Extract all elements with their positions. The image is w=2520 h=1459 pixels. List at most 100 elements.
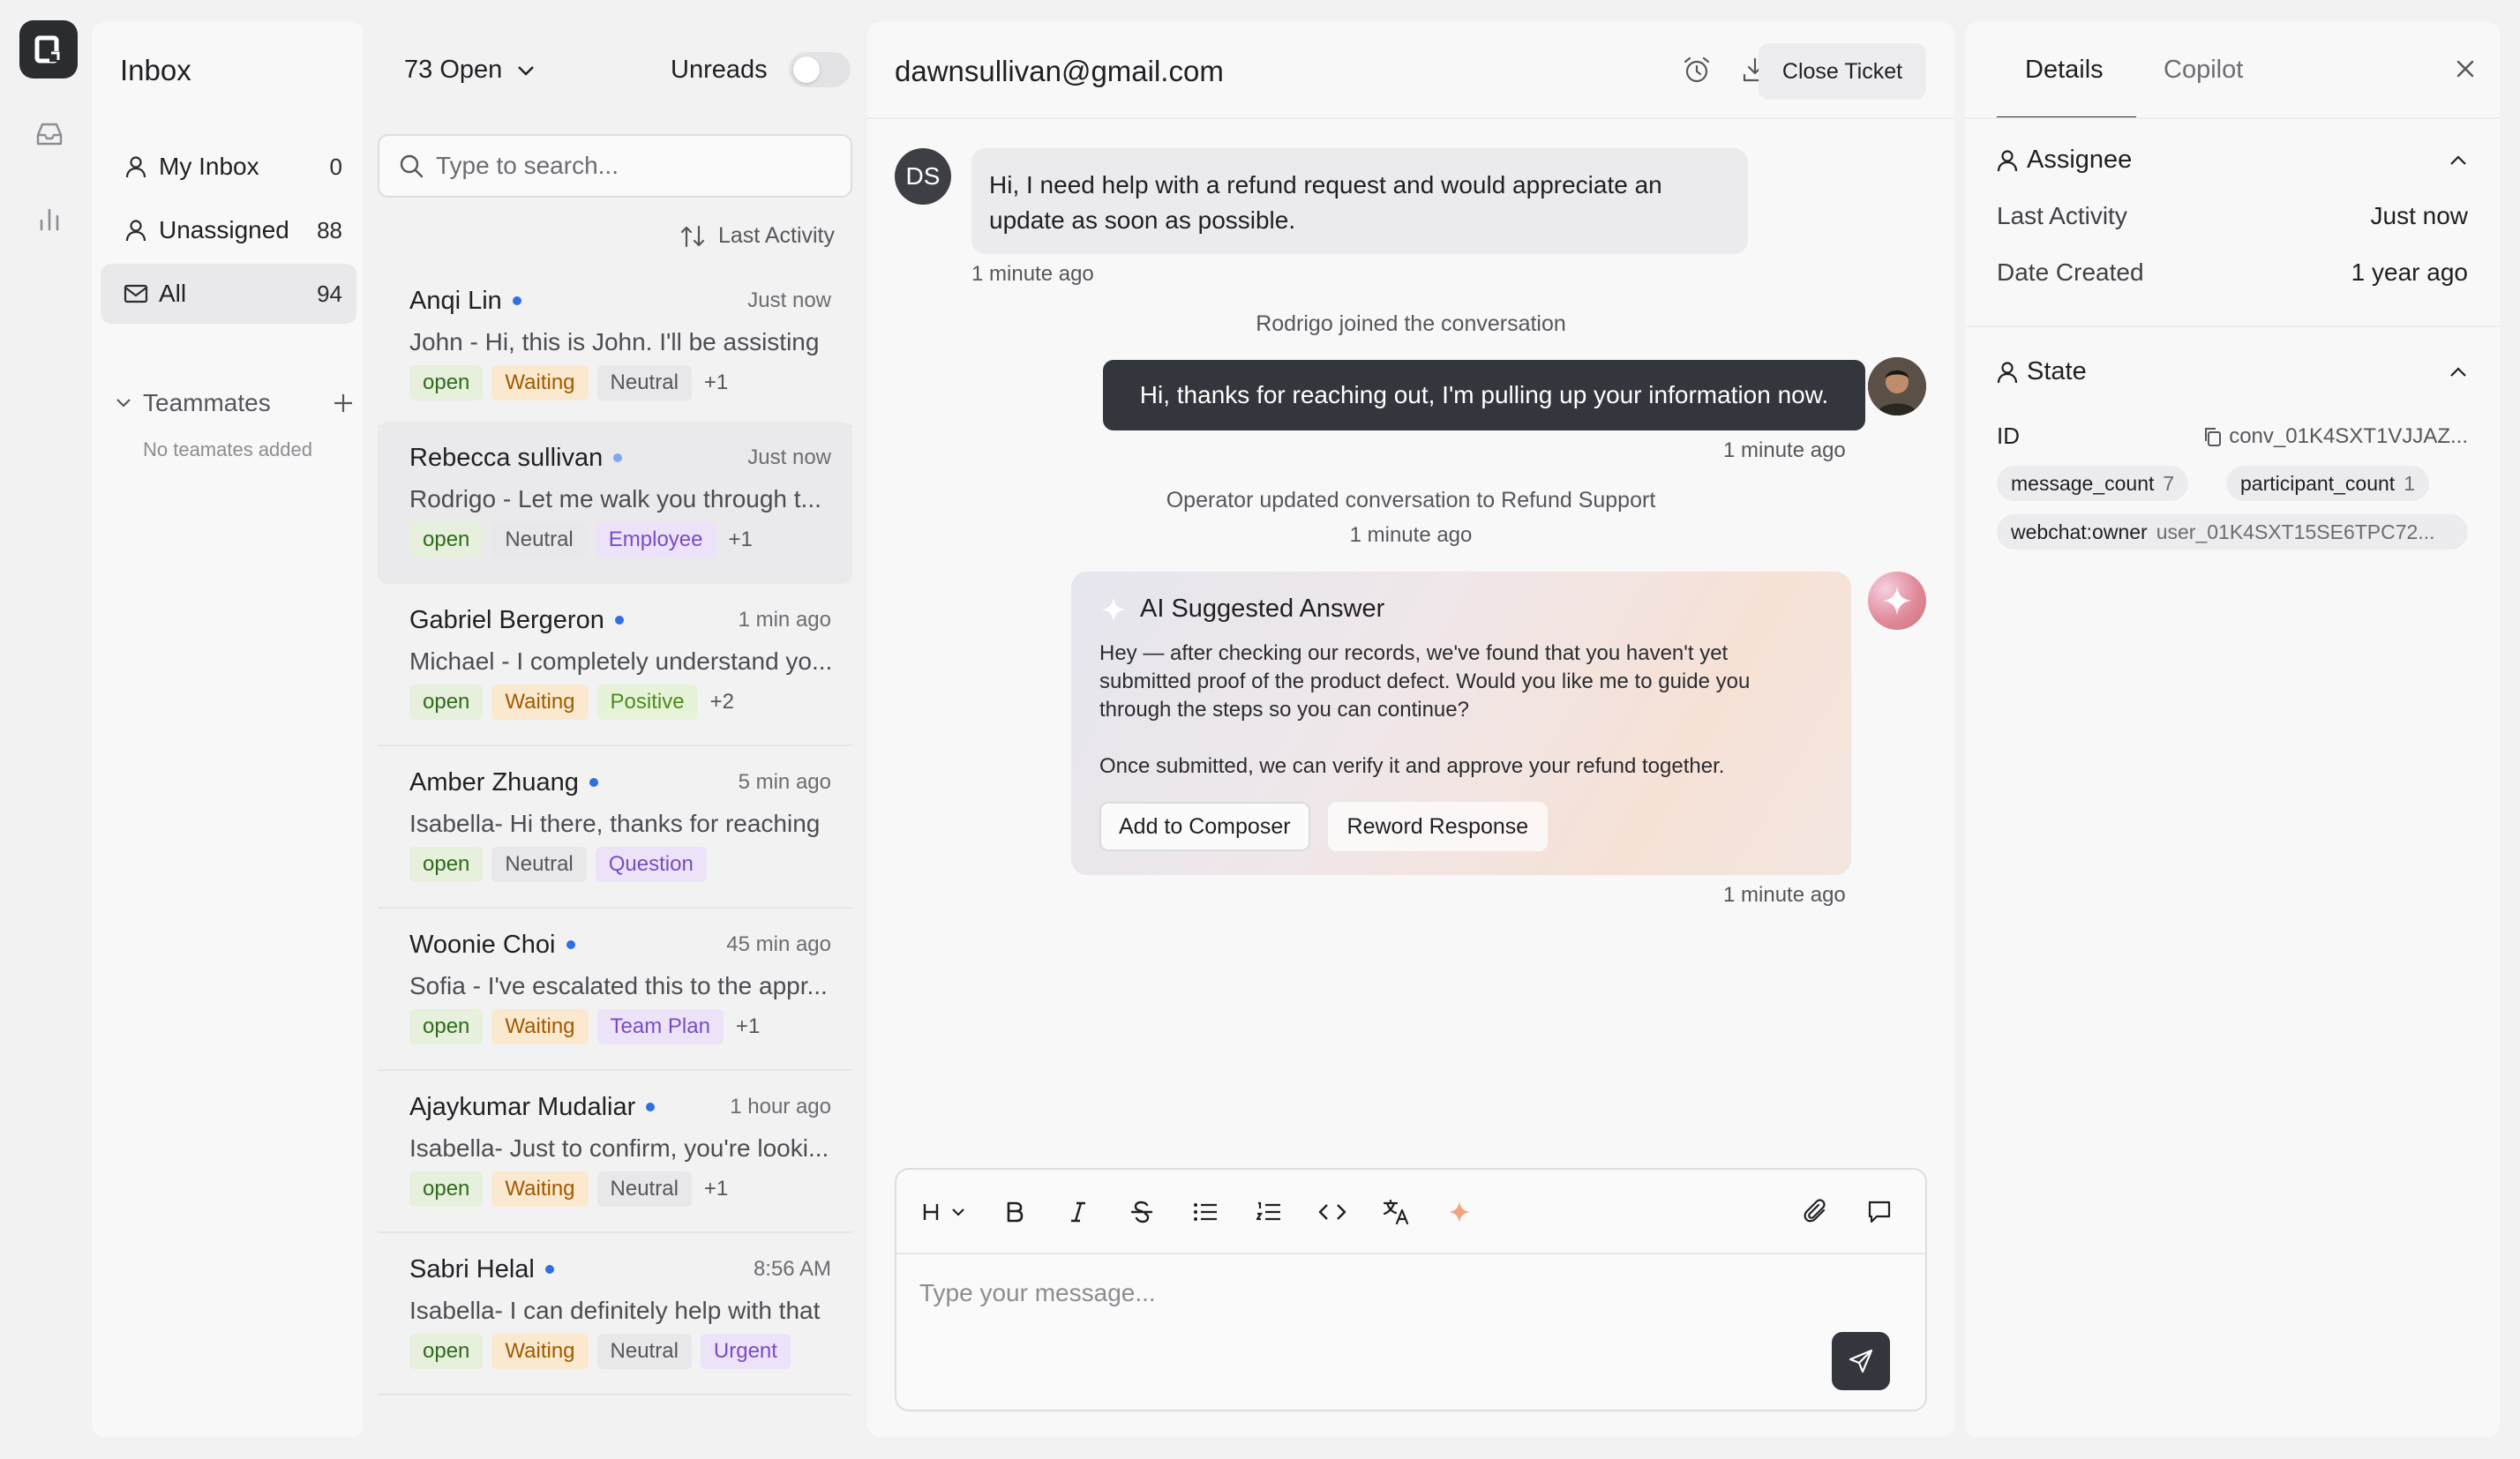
sidebar-item-all[interactable]: All 94 xyxy=(101,264,356,324)
send-button[interactable] xyxy=(1832,1332,1890,1390)
close-ticket-button[interactable]: Close Ticket xyxy=(1759,43,1926,100)
sparkle-icon xyxy=(1099,595,1128,624)
state-section-header[interactable]: State xyxy=(1997,357,2468,386)
unreads-toggle[interactable] xyxy=(789,52,851,87)
more-tags-count: +1 xyxy=(703,1177,729,1201)
status-badge: Neutral xyxy=(491,847,587,882)
bold-icon[interactable] xyxy=(997,1194,1032,1230)
inbox-icon[interactable] xyxy=(32,116,67,152)
message-input[interactable] xyxy=(919,1279,1802,1314)
sidebar-title: Inbox xyxy=(120,54,191,86)
close-icon[interactable] xyxy=(2452,56,2479,82)
status-badge: Employee xyxy=(595,522,716,557)
conversation-item[interactable]: Woonie Choi 45 min ago Sofia - I've escala… xyxy=(378,909,852,1071)
attribute-chip: message_count 7 xyxy=(1997,466,2189,501)
date-created-label: Date Created xyxy=(1997,258,2144,286)
last-activity-label: Last Activity xyxy=(1997,202,2127,229)
sidebar-item-label: All xyxy=(159,280,187,307)
customer-message: Hi, I need help with a refund request an… xyxy=(971,148,1748,254)
ai-answer-paragraph: Hey — after checking our records, we've … xyxy=(1099,641,1751,722)
last-activity-row: Last Activity Just now xyxy=(1997,202,2468,230)
status-badge: Neutral xyxy=(596,1171,692,1207)
add-to-composer-button[interactable]: Add to Composer xyxy=(1099,802,1310,851)
chevron-down-icon[interactable] xyxy=(115,397,132,409)
status-badge: open xyxy=(409,847,484,882)
agent-avatar xyxy=(1868,357,1926,415)
conversation-name: Woonie Choi xyxy=(409,930,556,959)
conversation-item[interactable]: Amber Zhuang 5 min ago Isabella- Hi there,… xyxy=(378,746,852,909)
conversation-preview: Michael - I completely understand yo... xyxy=(409,647,833,675)
chevron-up-icon[interactable] xyxy=(2449,154,2468,167)
comment-icon[interactable] xyxy=(1862,1194,1897,1230)
strikethrough-icon[interactable] xyxy=(1124,1194,1159,1230)
unreads-label: Unreads xyxy=(671,56,768,84)
chevron-up-icon[interactable] xyxy=(2449,366,2468,378)
teammates-label: Teammates xyxy=(143,389,271,416)
conversation-name: Sabri Helal xyxy=(409,1254,535,1283)
more-tags-count: +2 xyxy=(709,690,734,714)
sidebar-item-unassigned[interactable]: Unassigned 88 xyxy=(101,200,356,260)
status-filter-dropdown[interactable]: 73 Open xyxy=(404,56,536,85)
unread-dot xyxy=(646,1103,656,1111)
agent-message: Hi, thanks for reaching out, I'm pulling… xyxy=(1103,360,1865,430)
unread-dot xyxy=(566,940,575,949)
chip-value: user_01K4SXT15SE6TPC72... xyxy=(2156,520,2435,543)
conversation-preview: Rodrigo - Let me walk you through t... xyxy=(409,485,821,513)
plus-icon[interactable] xyxy=(332,392,355,415)
conversation-time: 45 min ago xyxy=(726,932,831,956)
numbered-list-icon[interactable] xyxy=(1251,1194,1286,1230)
status-badge: Waiting xyxy=(491,1171,589,1207)
assignee-section-header[interactable]: Assignee xyxy=(1997,146,2468,175)
sort-button[interactable]: Last Activity xyxy=(679,223,835,249)
status-badge: Team Plan xyxy=(596,1009,724,1044)
search-box[interactable] xyxy=(378,134,852,198)
tab-details[interactable]: Details xyxy=(2025,56,2104,85)
status-badge: Waiting xyxy=(491,1334,589,1369)
conversation-item[interactable]: Ajaykumar Mudaliar 1 hour ago Isabella- Ju… xyxy=(378,1071,852,1233)
attribute-chip: participant_count 1 xyxy=(2226,466,2429,501)
bullet-list-icon[interactable] xyxy=(1188,1194,1223,1230)
sort-label: Last Activity xyxy=(718,223,835,248)
chat-panel: dawnsullivan@gmail.com Close Ticket DS H… xyxy=(867,22,1954,1437)
last-activity-value: Just now xyxy=(2370,202,2469,229)
conversation-item[interactable]: Sabri Helal 8:56 AM Isabella- I can defini… xyxy=(378,1233,852,1395)
search-icon xyxy=(399,153,424,178)
snooze-icon[interactable] xyxy=(1679,52,1714,87)
header-divider xyxy=(867,117,1954,119)
user-icon xyxy=(1997,149,2018,172)
system-message-time: 1 minute ago xyxy=(1349,523,1473,547)
conversation-name: Anqi Lin xyxy=(409,286,502,315)
conversation-item[interactable]: Rebecca sullivan Just now Rodrigo - Let me… xyxy=(378,422,852,584)
status-badge: Neutral xyxy=(491,522,587,557)
status-badge: Neutral xyxy=(596,365,692,400)
heading-icon[interactable] xyxy=(919,1194,972,1230)
unread-dot xyxy=(544,1265,554,1274)
customer-avatar: DS xyxy=(895,148,951,205)
attachment-icon[interactable] xyxy=(1798,1194,1834,1230)
italic-icon[interactable] xyxy=(1061,1194,1096,1230)
sidebar-item-my-inbox[interactable]: My Inbox 0 xyxy=(101,137,356,197)
app-logo[interactable] xyxy=(19,20,78,79)
search-input[interactable] xyxy=(436,152,824,180)
conversation-list: 73 Open Unreads Last Activity Anqi Lin Ju… xyxy=(364,22,858,1437)
ai-sparkle-icon[interactable] xyxy=(1442,1194,1477,1230)
conversation-item[interactable]: Anqi Lin Just now John - Hi, this is John.… xyxy=(378,265,852,427)
reword-response-button[interactable]: Reword Response xyxy=(1327,802,1549,851)
conversation-title: dawnsullivan@gmail.com xyxy=(895,55,1224,87)
unread-dot xyxy=(512,296,521,305)
translate-icon[interactable] xyxy=(1378,1194,1414,1230)
teammates-section[interactable]: Teammates xyxy=(115,378,355,428)
user-icon xyxy=(122,153,150,181)
analytics-icon[interactable] xyxy=(32,201,67,236)
assignee-title: Assignee xyxy=(2027,146,2133,174)
conversation-id-value[interactable]: conv_01K4SXT1VJJAZ... xyxy=(2202,424,2468,449)
sidebar-item-label: My Inbox xyxy=(159,153,259,180)
code-icon[interactable] xyxy=(1315,1194,1350,1230)
sort-icon xyxy=(679,224,706,249)
details-panel: Details Copilot Assignee Last Activity J… xyxy=(1965,22,2500,1437)
chip-value: 7 xyxy=(2163,471,2175,495)
unread-dot xyxy=(614,616,624,625)
tab-copilot[interactable]: Copilot xyxy=(2164,56,2243,85)
conversation-item[interactable]: Gabriel Bergeron 1 min ago Michael - I com… xyxy=(378,584,852,746)
copy-icon[interactable] xyxy=(2202,426,2222,447)
